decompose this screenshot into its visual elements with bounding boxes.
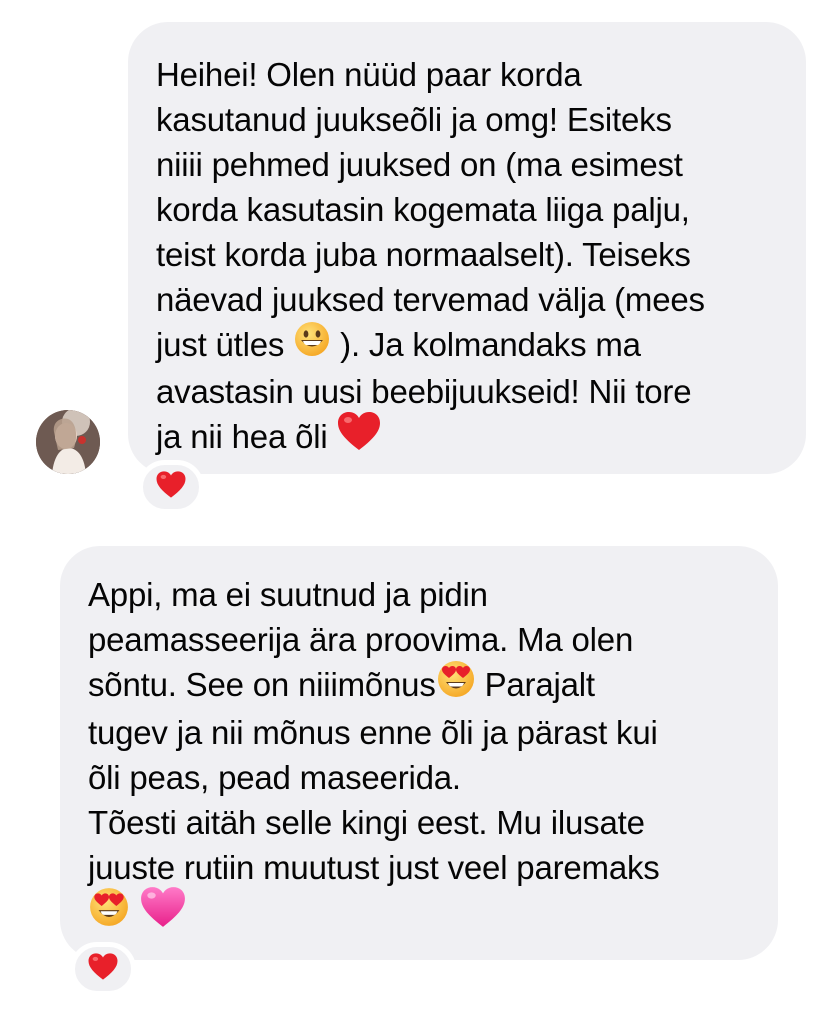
heart-eyes-emoji bbox=[88, 886, 130, 939]
message-line: peamasseerija ära proovima. Ma olen bbox=[88, 621, 634, 658]
message-text: Parajalt bbox=[484, 666, 595, 703]
avatar-photo bbox=[36, 410, 100, 474]
message-line-with-emoji: ja nii hea õli bbox=[156, 411, 786, 463]
message-text: sõntu. See on niiimõnus bbox=[88, 666, 436, 703]
message-bubble-2[interactable]: Appi, ma ei suutnud ja pidin peamasseeri… bbox=[60, 546, 778, 960]
message-line-emojis bbox=[88, 886, 758, 940]
message-line-with-emoji: sõntu. See on niiimõnus Parajalt bbox=[88, 659, 758, 710]
heart-eyes-emoji bbox=[436, 659, 476, 710]
pink-heart-emoji bbox=[139, 885, 187, 940]
message-line: teist korda juba normaalselt). Teiseks bbox=[156, 236, 691, 273]
message-text: ). Ja kolmandaks ma bbox=[340, 326, 641, 363]
message-line: korda kasutasin kogemata liiga palju, bbox=[156, 191, 690, 228]
message-line: Appi, ma ei suutnud ja pidin bbox=[88, 576, 488, 613]
message-line: niiii pehmed juuksed on (ma esimest bbox=[156, 146, 683, 183]
message-reaction[interactable] bbox=[138, 460, 204, 514]
message-line: Tõesti aitäh selle kingi eest. Mu ilusat… bbox=[88, 803, 645, 841]
message-line: avastasin uusi beebijuukseid! Nii tore bbox=[156, 372, 692, 410]
message-text: ja nii hea õli bbox=[156, 417, 328, 455]
grinning-face-emoji bbox=[293, 320, 331, 369]
sender-avatar[interactable] bbox=[36, 410, 100, 474]
red-heart-emoji bbox=[155, 470, 187, 504]
message-line-with-emoji: just ütles ). Ja kolmandaks ma bbox=[156, 320, 786, 369]
message-bubble-1[interactable]: Heihei! Olen nüüd paar korda kasutanud j… bbox=[128, 22, 806, 474]
message-line: õli peas, pead maseerida. bbox=[88, 758, 461, 796]
message-reaction[interactable] bbox=[70, 942, 136, 996]
message-line: tugev ja nii mõnus enne õli ja pärast ku… bbox=[88, 713, 658, 751]
red-heart-emoji bbox=[336, 410, 382, 463]
red-heart-emoji bbox=[87, 952, 119, 986]
message-text: just ütles bbox=[156, 326, 285, 363]
message-line: Heihei! Olen nüüd paar korda bbox=[156, 56, 582, 93]
message-line: näevad juuksed tervemad välja (mees bbox=[156, 281, 705, 318]
message-line: juuste rutiin muutust just veel paremaks bbox=[88, 848, 660, 886]
message-line: kasutanud juukseõli ja omg! Esiteks bbox=[156, 101, 672, 138]
